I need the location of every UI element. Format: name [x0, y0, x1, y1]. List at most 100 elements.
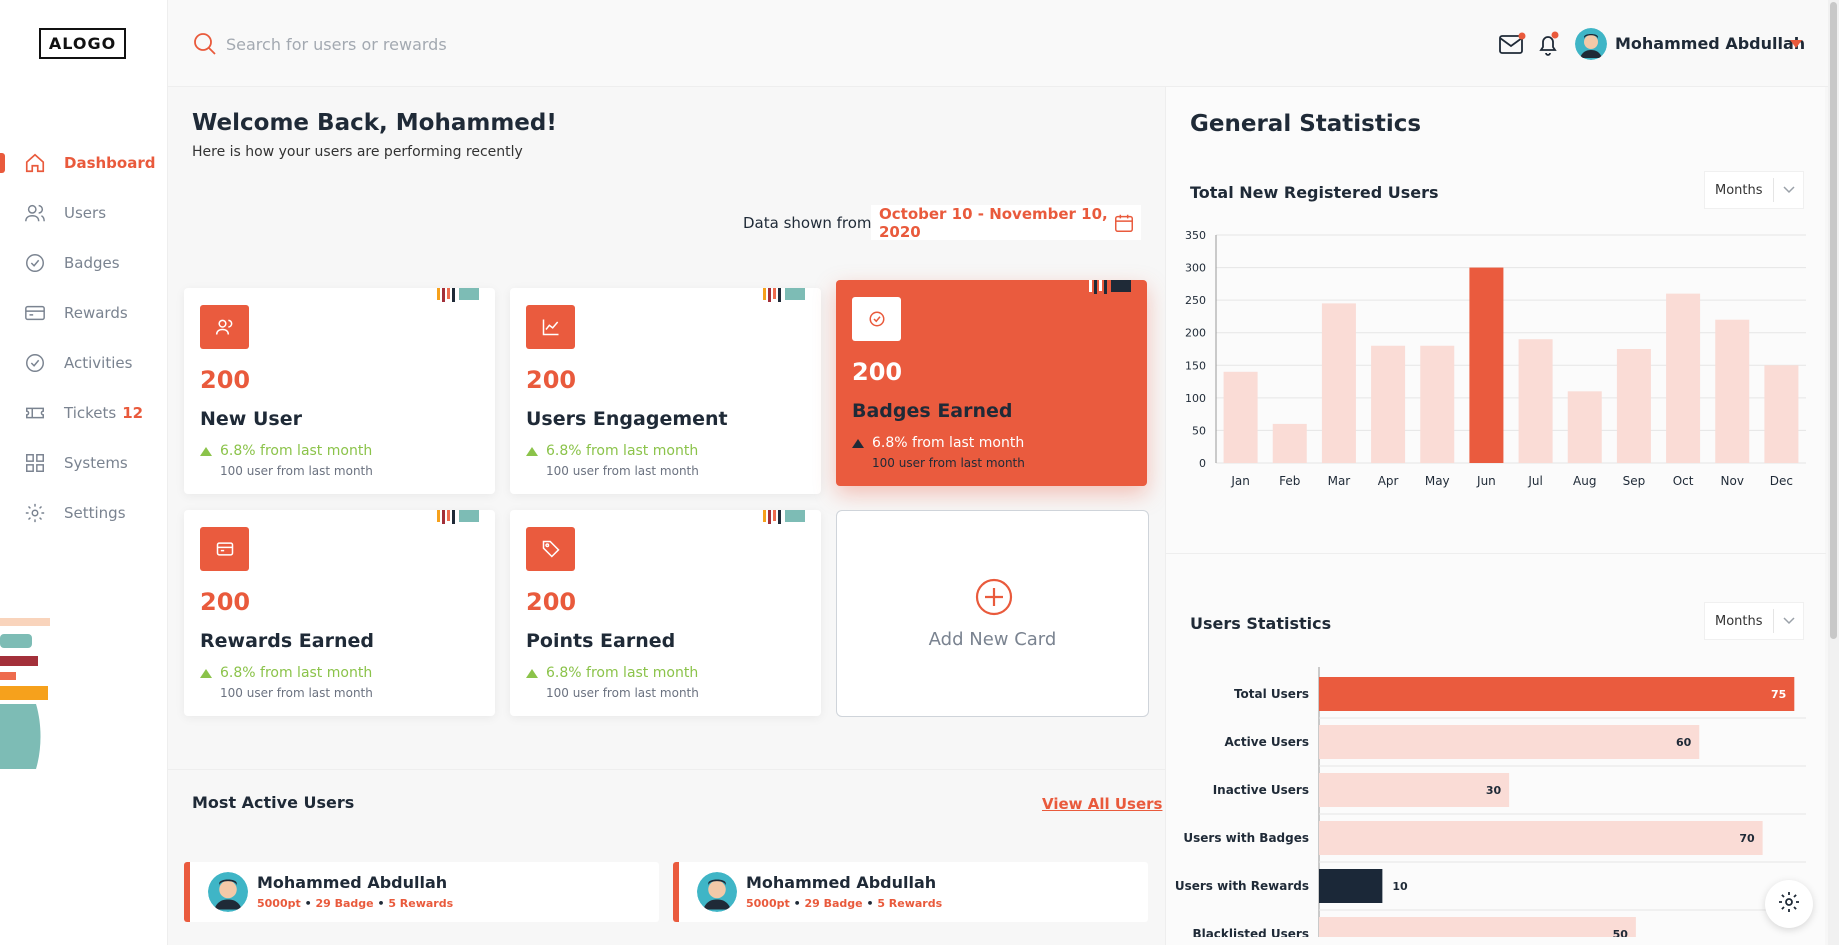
sidebar-item-settings[interactable]: Settings: [0, 488, 168, 538]
sidebar-item-rewards[interactable]: Rewards: [0, 288, 168, 338]
trend-up-icon: [526, 446, 538, 456]
avatar[interactable]: [1575, 28, 1607, 60]
x-tick-label: Sep: [1623, 474, 1646, 488]
sidebar-item-badges[interactable]: Badges: [0, 238, 168, 288]
data-label: 75: [1771, 688, 1786, 701]
hbar-active-users: [1319, 725, 1700, 759]
logo[interactable]: ALOGO: [39, 28, 126, 59]
chevron-down-icon[interactable]: [1790, 40, 1802, 48]
new-users-chart-title: Total New Registered Users: [1190, 183, 1439, 202]
card-change: 6.8% from last month: [526, 665, 698, 681]
card-value: 200: [200, 366, 251, 394]
card-decoration: [437, 510, 479, 524]
card-title: Users Engagement: [526, 408, 728, 430]
period-select-users-stats[interactable]: Months: [1704, 602, 1804, 640]
card-decoration: [763, 288, 805, 302]
category-label: Blacklisted Users: [1192, 927, 1309, 937]
stat-card-new-user[interactable]: 200 New User 6.8% from last month 100 us…: [184, 288, 495, 494]
period-select-new-users[interactable]: Months: [1704, 171, 1804, 209]
user-row-meta: 5000pt • 29 Badge • 5 Rewards: [746, 897, 943, 910]
category-label: Inactive Users: [1213, 783, 1309, 797]
scrollbar-thumb[interactable]: [1830, 2, 1837, 639]
card-value: 200: [526, 366, 577, 394]
x-tick-label: Dec: [1770, 474, 1793, 488]
sidebar-item-label: Tickets: [64, 404, 117, 422]
x-tick-label: Apr: [1378, 474, 1399, 488]
x-tick-label: Nov: [1721, 474, 1744, 488]
sidebar-item-systems[interactable]: Systems: [0, 438, 168, 488]
badge-check-icon: [852, 297, 901, 341]
user-name[interactable]: Mohammed Abdullah: [1615, 34, 1805, 53]
stat-card-badges-earned[interactable]: 200 Badges Earned 6.8% from last month 1…: [836, 280, 1147, 486]
data-label: 10: [1392, 880, 1408, 893]
sidebar-item-dashboard[interactable]: Dashboard: [0, 138, 168, 188]
bar-dec: [1764, 365, 1799, 463]
user-badges: 29 Badge: [804, 897, 863, 910]
user-row-name: Mohammed Abdullah: [746, 873, 937, 892]
bar-nov: [1715, 319, 1750, 463]
avatar: [697, 872, 737, 912]
card-change-text: 6.8% from last month: [872, 435, 1025, 451]
card-title: Badges Earned: [852, 400, 1013, 422]
add-new-card-button[interactable]: Add New Card: [836, 510, 1149, 717]
sidebar-item-users[interactable]: Users: [0, 188, 168, 238]
add-new-card-label: Add New Card: [928, 629, 1057, 650]
user-rewards: 5 Rewards: [877, 897, 943, 910]
bell-icon[interactable]: [1536, 31, 1562, 61]
x-tick-label: Aug: [1573, 474, 1596, 488]
stat-card-points-earned[interactable]: 200 Points Earned 6.8% from last month 1…: [510, 510, 821, 716]
card-subtext: 100 user from last month: [546, 686, 699, 700]
list-item[interactable]: Mohammed Abdullah 5000pt • 29 Badge • 5 …: [673, 862, 1148, 922]
sidebar-item-label: Rewards: [64, 304, 128, 322]
gear-icon: [24, 502, 46, 524]
card-change: 6.8% from last month: [526, 443, 698, 459]
y-tick-label: 100: [1185, 392, 1206, 405]
view-all-users-link[interactable]: View All Users: [1042, 795, 1162, 813]
sidebar-item-label: Badges: [64, 254, 120, 272]
avatar: [208, 872, 248, 912]
scrollbar[interactable]: [1828, 0, 1839, 945]
mail-icon[interactable]: [1498, 32, 1526, 60]
x-tick-label: Oct: [1673, 474, 1694, 488]
card-title: New User: [200, 408, 302, 430]
bar-jan: [1223, 371, 1258, 463]
y-tick-label: 250: [1185, 294, 1206, 307]
users-stats-chart-title: Users Statistics: [1190, 614, 1332, 633]
home-icon: [24, 152, 46, 174]
search-input[interactable]: [226, 28, 626, 60]
general-statistics-panel: General Statistics Total New Registered …: [1165, 87, 1826, 945]
stat-card-users-engagement[interactable]: 200 Users Engagement 6.8% from last mont…: [510, 288, 821, 494]
card-value: 200: [200, 588, 251, 616]
card-change-text: 6.8% from last month: [220, 665, 373, 681]
trend-up-icon: [852, 438, 864, 448]
list-item[interactable]: Mohammed Abdullah 5000pt • 29 Badge • 5 …: [184, 862, 659, 922]
grid-icon: [24, 452, 46, 474]
bar-jul: [1518, 339, 1553, 463]
trend-up-icon: [200, 668, 212, 678]
settings-fab-button[interactable]: [1765, 880, 1813, 928]
date-range-picker[interactable]: October 10 - November 10, 2020: [871, 204, 1141, 241]
card-change-text: 6.8% from last month: [546, 665, 699, 681]
sidebar-item-tickets[interactable]: Tickets 12: [0, 388, 168, 438]
card-subtext: 100 user from last month: [546, 464, 699, 478]
card-decoration: [763, 510, 805, 524]
date-range-value: October 10 - November 10, 2020: [879, 204, 1108, 241]
sidebar-nav: Dashboard Users Badges Rewards Activitie…: [0, 138, 168, 538]
x-tick-label: Mar: [1328, 474, 1351, 488]
card-change: 6.8% from last month: [200, 443, 372, 459]
general-statistics-title: General Statistics: [1190, 111, 1422, 137]
trend-up-icon: [526, 668, 538, 678]
search-icon[interactable]: [193, 32, 217, 60]
user-badges: 29 Badge: [315, 897, 374, 910]
date-range-label: Data shown from:: [743, 214, 877, 232]
calendar-icon[interactable]: [1113, 212, 1135, 238]
user-points: 5000pt: [257, 897, 301, 910]
sidebar-item-activities[interactable]: Activities: [0, 338, 168, 388]
x-tick-label: May: [1425, 474, 1450, 488]
bar-may: [1420, 345, 1455, 463]
user-row-name: Mohammed Abdullah: [257, 873, 448, 892]
bar-sep: [1616, 349, 1651, 463]
data-label: 70: [1739, 832, 1755, 845]
stat-card-rewards-earned[interactable]: 200 Rewards Earned 6.8% from last month …: [184, 510, 495, 716]
x-tick-label: Jul: [1527, 474, 1542, 488]
